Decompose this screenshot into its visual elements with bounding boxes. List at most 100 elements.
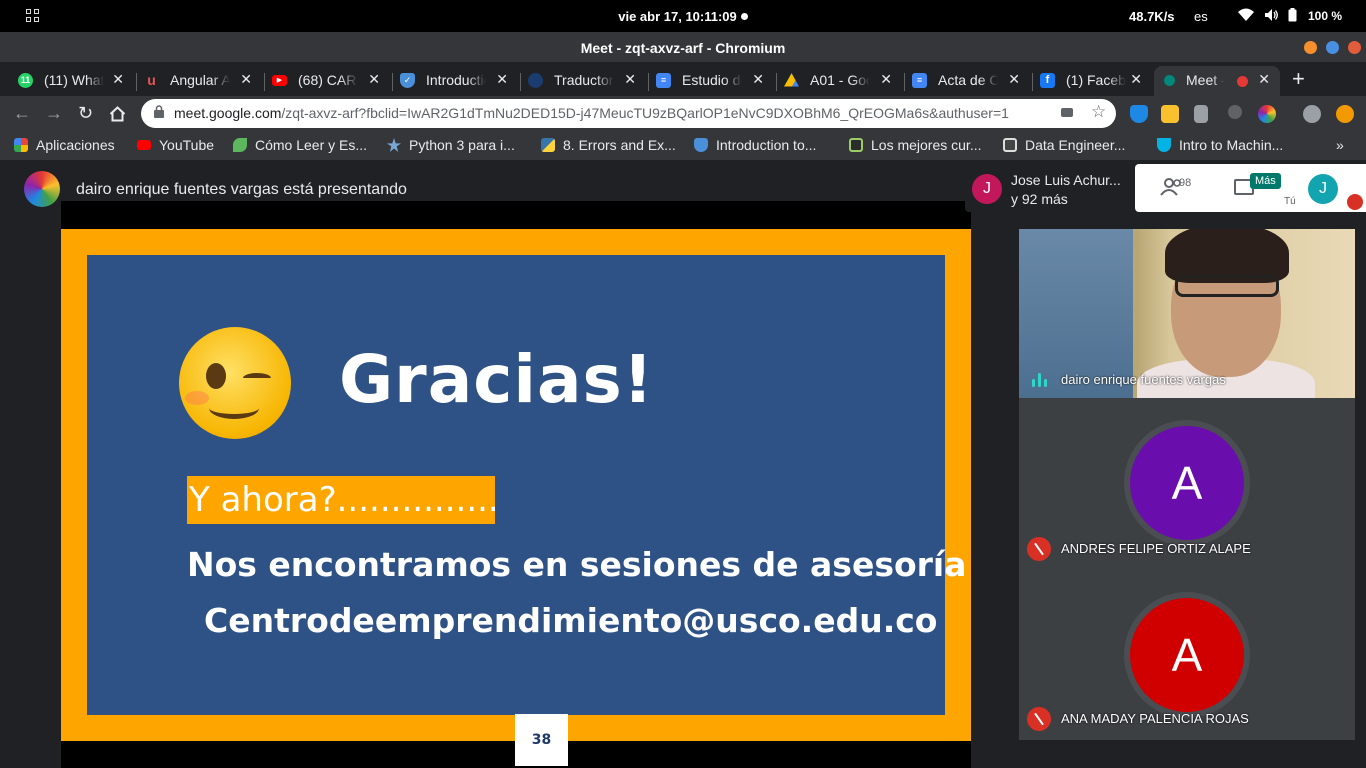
translator-icon — [528, 73, 543, 88]
close-tab-icon[interactable]: ✕ — [112, 71, 124, 88]
tab-whatsapp[interactable]: 11 (11) WhatsApp ✕ — [12, 66, 134, 96]
whatsapp-icon: 11 — [18, 73, 33, 88]
wifi-icon — [1238, 8, 1254, 21]
slide-title: Gracias! — [339, 341, 654, 418]
color-picker-icon[interactable] — [1258, 105, 1276, 123]
extension-l-icon[interactable] — [1161, 105, 1179, 123]
speaking-indicator-icon — [1032, 371, 1050, 387]
participant-tile-video[interactable]: dairo enrique fuentes vargas — [1019, 229, 1355, 398]
close-tab-icon[interactable]: ✕ — [624, 71, 636, 88]
slide-question: Y ahora?............... — [187, 476, 499, 524]
privacy-badger-icon[interactable] — [1130, 105, 1148, 123]
bookmark-youtube[interactable]: YouTube — [137, 137, 214, 153]
tab-youtube[interactable]: ▶ (68) CARLOS ✕ — [266, 66, 390, 96]
volume-icon — [1265, 9, 1278, 21]
home-icon[interactable] — [109, 106, 126, 122]
star-icon — [387, 138, 401, 152]
participant-tile[interactable]: A ANA MADAY PALENCIA ROJAS — [1019, 568, 1355, 740]
bookmark-errors[interactable]: 8. Errors and Ex... — [541, 137, 676, 153]
close-tab-icon[interactable]: ✕ — [1008, 71, 1020, 88]
bookmark-star-icon[interactable]: ☆ — [1091, 102, 1106, 122]
bookmark-python3[interactable]: Python 3 para i... — [387, 137, 515, 153]
camera-icon[interactable] — [1061, 108, 1073, 117]
check-icon — [849, 138, 863, 152]
apps-grid-icon — [14, 138, 28, 152]
bookmark-data-engineer[interactable]: Data Engineer... — [1003, 137, 1125, 153]
presentation-stage: Gracias! Y ahora?............... Nos enc… — [61, 201, 971, 768]
tab-traductor[interactable]: Traductor ✕ — [522, 66, 646, 96]
presenter-avatar — [24, 171, 60, 207]
close-tab-icon[interactable]: ✕ — [1130, 71, 1142, 88]
system-top-bar: vie abr 17, 10:11:09 48.7K/s es 100 % — [0, 0, 1366, 32]
docs-icon: ≡ — [912, 73, 927, 88]
reload-icon[interactable]: ↻ — [78, 103, 93, 124]
language-indicator[interactable]: es — [1194, 9, 1208, 24]
shield-icon — [694, 138, 708, 152]
mic-off-icon — [1027, 537, 1051, 561]
browser-toolbar: ← → ↻ meet.google.com/zqt-axvz-arf?fbcli… — [0, 96, 1366, 132]
tab-a01[interactable]: A01 - Google ✕ — [778, 66, 902, 96]
close-tab-icon[interactable]: ✕ — [1258, 71, 1270, 88]
profile-avatar-icon[interactable] — [1303, 105, 1321, 123]
system-tray[interactable] — [1238, 8, 1297, 22]
call-info[interactable]: J Jose Luis Achur... y 92 más — [965, 164, 1135, 212]
tab-strip: 11 (11) WhatsApp ✕ u Angular Avanzado ✕ … — [0, 62, 1366, 96]
bookmark-apps[interactable]: Aplicaciones — [14, 137, 115, 153]
slide-page-number: 38 — [515, 714, 568, 766]
shield-icon: ✓ — [400, 73, 415, 88]
participant-tile[interactable]: A ANDRES FELIPE ORTIZ ALAPE — [1019, 398, 1355, 568]
presentation-slide: Gracias! Y ahora?............... Nos enc… — [61, 229, 971, 766]
tab-introduction[interactable]: ✓ Introduction ✕ — [394, 66, 518, 96]
tab-meet[interactable]: Meet - zqt ✕ — [1154, 66, 1280, 96]
close-tab-icon[interactable]: ✕ — [752, 71, 764, 88]
window-title: Meet - zqt-axvz-arf - Chromium — [580, 40, 786, 56]
window-title-bar: Meet - zqt-axvz-arf - Chromium — [0, 32, 1366, 62]
close-tab-icon[interactable]: ✕ — [496, 71, 508, 88]
participant-name: ANDRES FELIPE ORTIZ ALAPE — [1061, 541, 1251, 556]
leaf-icon — [233, 138, 247, 152]
close-window-button[interactable] — [1348, 41, 1361, 54]
participant-name: ANA MADAY PALENCIA ROJAS — [1061, 711, 1249, 726]
youtube-icon: ▶ — [272, 75, 287, 86]
bookmark-como-leer[interactable]: Cómo Leer y Es... — [233, 137, 367, 153]
bookmarks-overflow-icon[interactable]: » — [1336, 137, 1344, 153]
close-tab-icon[interactable]: ✕ — [880, 71, 892, 88]
slide-line: Nos encontramos en sesiones de asesoría — [187, 545, 967, 584]
participant-name: dairo enrique fuentes vargas — [1061, 372, 1226, 387]
maximize-button[interactable] — [1326, 41, 1339, 54]
new-tab-button[interactable]: + — [1292, 66, 1305, 92]
tab-angular[interactable]: u Angular Avanzado ✕ — [138, 66, 262, 96]
mic-off-icon — [1027, 707, 1051, 731]
minimize-button[interactable] — [1304, 41, 1317, 54]
youtube-icon — [137, 140, 151, 150]
participant-avatar: A — [1130, 598, 1244, 712]
bookmark-intro-machine[interactable]: Intro to Machin... — [1157, 137, 1283, 153]
facebook-icon: f — [1040, 73, 1055, 88]
bookmarks-bar: Aplicaciones YouTube Cómo Leer y Es... P… — [0, 132, 1366, 160]
extension-c-icon[interactable] — [1194, 105, 1208, 123]
self-avatar[interactable]: J — [1308, 174, 1338, 204]
forward-arrow-icon[interactable]: → — [45, 103, 63, 124]
slide-email: Centrodeemprendimiento@usco.edu.co — [204, 601, 938, 640]
tab-acta[interactable]: ≡ Acta de C ✕ — [906, 66, 1030, 96]
bookmark-introduction[interactable]: Introduction to... — [694, 137, 816, 153]
self-label: Tú — [1284, 196, 1296, 207]
url-text: meet.google.com/zqt-axvz-arf?fbclid=IwAR… — [174, 105, 1009, 121]
python-icon — [541, 138, 555, 152]
recording-dot-icon — [1237, 76, 1248, 87]
close-tab-icon[interactable]: ✕ — [368, 71, 380, 88]
tab-estudio[interactable]: ≡ Estudio de ✕ — [650, 66, 774, 96]
battery-percentage: 100 % — [1308, 9, 1343, 23]
update-alert-icon[interactable] — [1336, 105, 1354, 123]
bookmark-mejores-cursos[interactable]: Los mejores cur... — [849, 137, 982, 153]
close-tab-icon[interactable]: ✕ — [240, 71, 252, 88]
u-icon — [1157, 138, 1171, 152]
extension-dots-icon[interactable] — [1228, 105, 1242, 119]
back-arrow-icon[interactable]: ← — [13, 103, 31, 124]
participant-avatar: A — [1130, 426, 1244, 540]
slide-content: Gracias! Y ahora?............... Nos enc… — [87, 255, 967, 766]
tab-facebook[interactable]: f (1) Facebook ✕ — [1034, 66, 1152, 96]
address-bar[interactable]: meet.google.com/zqt-axvz-arf?fbclid=IwAR… — [141, 99, 1116, 128]
lock-icon — [154, 105, 164, 118]
lock-icon — [1003, 138, 1017, 152]
